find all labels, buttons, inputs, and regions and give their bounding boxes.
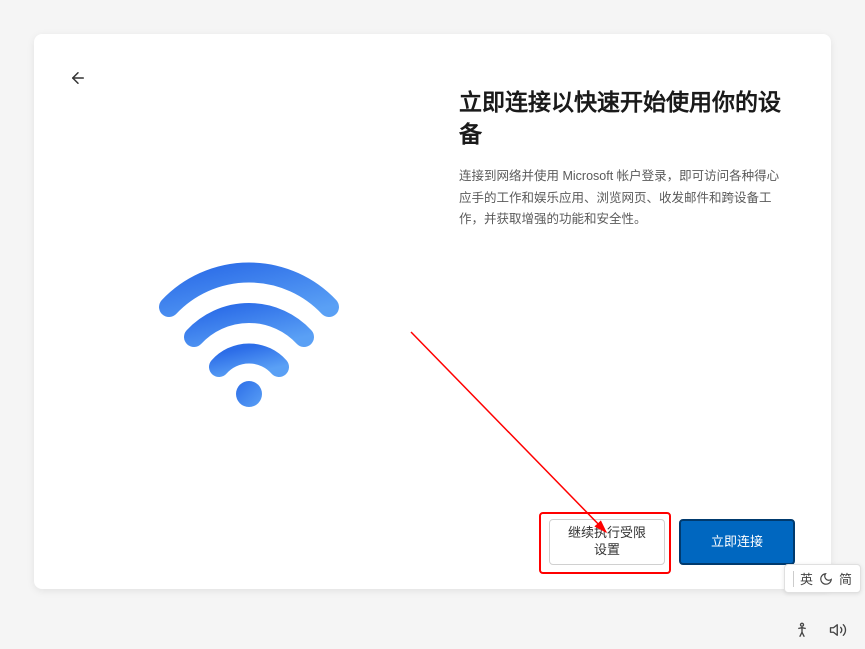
ime-mode[interactable]: 简 xyxy=(839,569,852,588)
wifi-icon xyxy=(149,222,349,422)
ime-status-bar[interactable]: 英 简 xyxy=(784,564,861,593)
page-title: 立即连接以快速开始使用你的设备 xyxy=(459,86,791,150)
illustration-column xyxy=(70,62,447,561)
ime-moon-icon[interactable] xyxy=(819,572,833,586)
volume-icon[interactable] xyxy=(829,621,847,639)
ime-language[interactable]: 英 xyxy=(800,569,813,588)
ime-divider xyxy=(793,571,794,587)
setup-card: 立即连接以快速开始使用你的设备 连接到网络并使用 Microsoft 帐户登录，… xyxy=(34,34,831,589)
content-area: 立即连接以快速开始使用你的设备 连接到网络并使用 Microsoft 帐户登录，… xyxy=(70,62,795,561)
system-tray xyxy=(793,621,847,639)
action-buttons: 继续执行受限设置 立即连接 xyxy=(549,519,795,565)
connect-now-button[interactable]: 立即连接 xyxy=(679,519,795,565)
text-column: 立即连接以快速开始使用你的设备 连接到网络并使用 Microsoft 帐户登录，… xyxy=(447,62,795,561)
page-description: 连接到网络并使用 Microsoft 帐户登录，即可访问各种得心应手的工作和娱乐… xyxy=(459,166,791,230)
continue-limited-button[interactable]: 继续执行受限设置 xyxy=(549,519,665,565)
accessibility-icon[interactable] xyxy=(793,621,811,639)
